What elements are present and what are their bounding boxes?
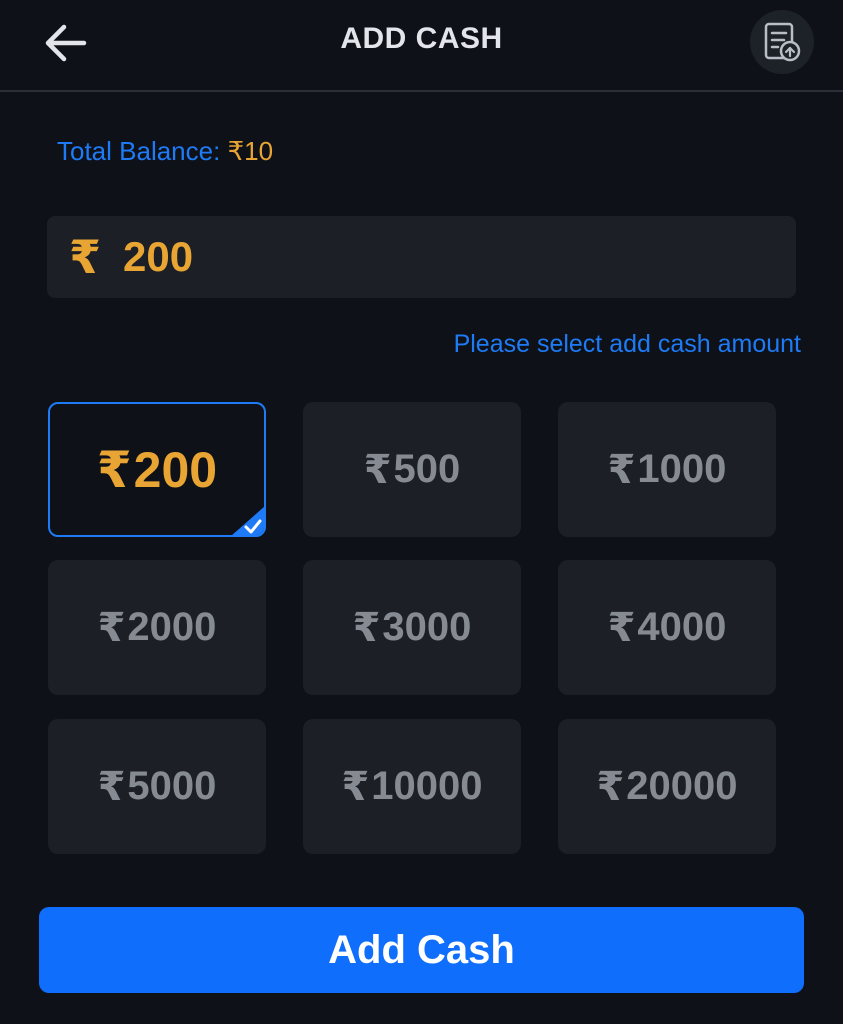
amount-option-200[interactable]: ₹200 <box>48 402 266 537</box>
amount-option-5000[interactable]: ₹5000 <box>48 719 266 854</box>
rupee-symbol: ₹ <box>341 764 370 809</box>
total-balance: Total Balance: ₹10 <box>57 135 273 167</box>
amount-option-value: 3000 <box>382 605 472 649</box>
select-amount-hint: Please select add cash amount <box>453 330 801 358</box>
rupee-symbol: ₹ <box>97 605 126 650</box>
total-balance-label: Total Balance: <box>57 136 228 166</box>
transaction-history-button[interactable] <box>750 10 814 74</box>
rupee-symbol: ₹ <box>363 447 392 492</box>
add-cash-button[interactable]: Add Cash <box>39 907 804 993</box>
rupee-icon: ₹ <box>69 231 102 283</box>
amount-option-value: 200 <box>133 441 218 498</box>
rupee-symbol: ₹ <box>596 764 625 809</box>
amount-option-value: 2000 <box>127 605 217 649</box>
amount-option-2000[interactable]: ₹2000 <box>48 560 266 695</box>
rupee-symbol: ₹ <box>96 441 132 498</box>
amount-option-20000[interactable]: ₹20000 <box>558 719 776 854</box>
amount-option-value: 5000 <box>127 764 217 808</box>
amount-option-3000[interactable]: ₹3000 <box>303 560 521 695</box>
amount-input[interactable]: ₹ 200 <box>47 216 796 298</box>
rupee-symbol: ₹ <box>607 605 636 650</box>
amount-input-value: 200 <box>123 233 194 280</box>
amount-option-value: 10000 <box>371 764 483 808</box>
amount-option-value: 1000 <box>637 447 727 491</box>
rupee-symbol: ₹ <box>97 764 126 809</box>
total-balance-value: ₹10 <box>227 136 274 166</box>
amount-option-1000[interactable]: ₹1000 <box>558 402 776 537</box>
rupee-symbol: ₹ <box>352 605 381 650</box>
add-cash-screen: ADD CASH Total Balance: ₹10 ₹ 200 Please… <box>0 0 843 1024</box>
amount-option-value: 20000 <box>626 764 738 808</box>
amount-option-value: 500 <box>393 447 461 491</box>
amount-option-4000[interactable]: ₹4000 <box>558 560 776 695</box>
rupee-symbol: ₹ <box>607 447 636 492</box>
amount-option-value: 4000 <box>637 605 727 649</box>
page-title: ADD CASH <box>340 22 503 55</box>
selected-check-icon <box>232 506 264 535</box>
transaction-history-icon <box>764 22 801 62</box>
app-header: ADD CASH <box>0 0 843 92</box>
amount-option-10000[interactable]: ₹10000 <box>303 719 521 854</box>
amount-option-500[interactable]: ₹500 <box>303 402 521 537</box>
